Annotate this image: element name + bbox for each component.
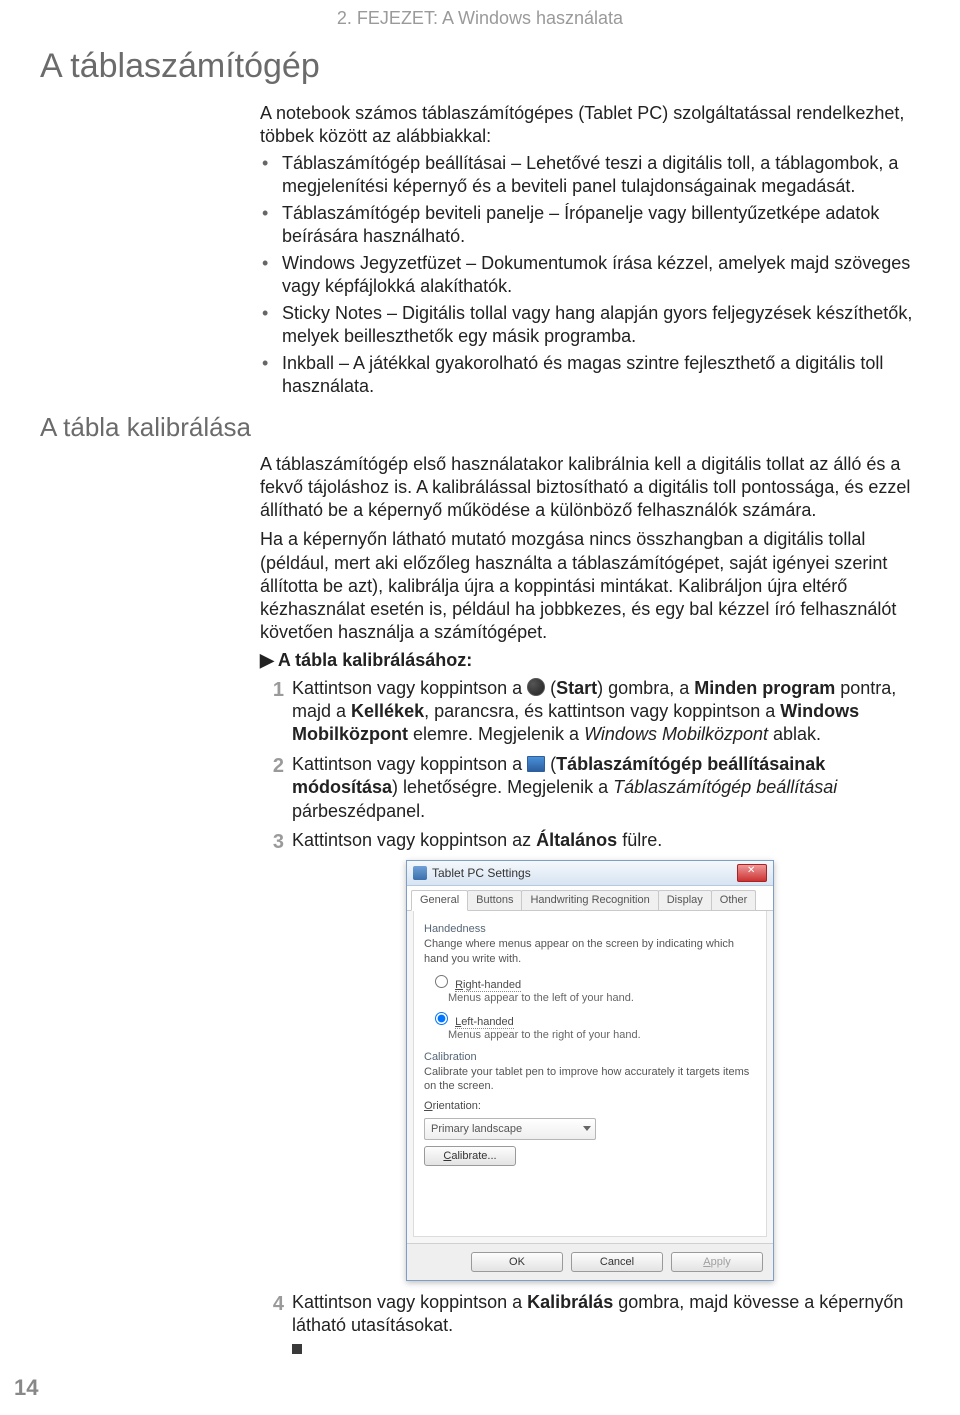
dialog-body: Handedness Change where menus appear on …	[413, 911, 767, 1236]
list-item: Inkball – A játékkal gyakorolható és mag…	[260, 352, 920, 398]
bold-label: Kellékek	[351, 701, 424, 721]
orientation-label: Orientation:	[424, 1100, 756, 1112]
handedness-group-label: Handedness	[424, 923, 756, 935]
right-handed-radio[interactable]	[435, 975, 448, 988]
page-title: A táblaszámítógép	[40, 47, 920, 86]
calibration-group-desc: Calibrate your tablet pen to improve how…	[424, 1065, 756, 1094]
italic-label: Windows Mobilközpont	[584, 724, 768, 744]
right-handed-radio-row[interactable]: Right-handed	[430, 972, 756, 991]
bold-label: Kalibrálás	[527, 1292, 613, 1312]
intro-block: A notebook számos táblaszámítógépes (Tab…	[260, 102, 920, 398]
end-square-icon	[292, 1344, 302, 1354]
mobility-center-icon	[527, 756, 545, 772]
list-item: Sticky Notes – Digitális tollal vagy han…	[260, 302, 920, 348]
bold-label: Start	[556, 678, 597, 698]
right-handed-sub: Menus appear to the left of your hand.	[448, 992, 756, 1004]
step-text: Kattintson vagy koppintson az	[292, 830, 536, 850]
close-button[interactable]	[737, 864, 767, 882]
section-title-calibration: A tábla kalibrálása	[40, 412, 920, 443]
tab-display[interactable]: Display	[658, 890, 712, 910]
dialog-title-text: Tablet PC Settings	[432, 866, 531, 880]
step-text: Kattintson vagy koppintson a	[292, 678, 527, 698]
list-item: Táblaszámítógép beviteli panelje – Írópa…	[260, 202, 920, 248]
cancel-button[interactable]: Cancel	[571, 1252, 663, 1272]
left-handed-radio-row[interactable]: Left-handed	[430, 1009, 756, 1028]
calibration-group-label: Calibration	[424, 1051, 756, 1063]
list-item: Windows Jegyzetfüzet – Dokumentumok írás…	[260, 252, 920, 298]
tablet-pc-settings-dialog: Tablet PC Settings General Buttons Handw…	[406, 860, 774, 1280]
orientation-value: Primary landscape	[431, 1123, 522, 1135]
step-number: 3	[260, 829, 284, 855]
dialog-titlebar: Tablet PC Settings	[407, 861, 773, 886]
orientation-combo[interactable]: Primary landscape	[424, 1118, 596, 1140]
dialog-tabs: General Buttons Handwriting Recognition …	[407, 886, 773, 911]
dialog-footer: OK Cancel Apply	[407, 1243, 773, 1280]
tab-other[interactable]: Other	[711, 890, 757, 910]
left-handed-radio[interactable]	[435, 1012, 448, 1025]
right-handed-label: Right-handed	[455, 979, 521, 992]
step-number: 4	[260, 1291, 284, 1317]
intro-paragraph: A notebook számos táblaszámítógépes (Tab…	[260, 102, 920, 148]
page-number: 14	[14, 1375, 38, 1401]
body-paragraph: Ha a képernyőn látható mutató mozgása ni…	[260, 528, 920, 643]
chapter-header: 2. FEJEZET: A Windows használata	[40, 8, 920, 29]
step-item: 1 Kattintson vagy koppintson a (Start) g…	[260, 677, 920, 747]
start-orb-icon	[527, 678, 545, 696]
handedness-group-desc: Change where menus appear on the screen …	[424, 937, 756, 966]
calibrate-button[interactable]: Calibrate...	[424, 1146, 516, 1166]
left-handed-sub: Menus appear to the right of your hand.	[448, 1029, 756, 1041]
left-handed-label: Left-handed	[455, 1016, 514, 1029]
feature-bullets: Táblaszámítógép beállításai – Lehetővé t…	[260, 152, 920, 398]
list-item: Táblaszámítógép beállításai – Lehetővé t…	[260, 152, 920, 198]
bold-label: Általános	[536, 830, 617, 850]
step-text: Kattintson vagy koppintson a	[292, 1292, 527, 1312]
dialog-icon	[413, 866, 427, 880]
tab-general[interactable]: General	[411, 890, 468, 911]
apply-button[interactable]: Apply	[671, 1252, 763, 1272]
ok-button[interactable]: OK	[471, 1252, 563, 1272]
step-number: 1	[260, 677, 284, 703]
tab-buttons[interactable]: Buttons	[467, 890, 522, 910]
step-item: 2 Kattintson vagy koppintson a (Táblaszá…	[260, 753, 920, 823]
body-paragraph: A táblaszámítógép első használatakor kal…	[260, 453, 920, 522]
step-text: Kattintson vagy koppintson a	[292, 754, 527, 774]
triangle-icon: ▶	[260, 650, 274, 671]
procedure-heading: ▶A tábla kalibrálásához:	[260, 650, 920, 671]
chevron-down-icon	[583, 1126, 591, 1131]
step-number: 2	[260, 753, 284, 779]
bold-label: Minden program	[694, 678, 835, 698]
tab-handwriting[interactable]: Handwriting Recognition	[521, 890, 658, 910]
procedure-heading-text: A tábla kalibrálásához:	[278, 650, 472, 670]
calibration-block: A táblaszámítógép első használatakor kal…	[260, 453, 920, 1360]
italic-label: Táblaszámítógép beállításai	[613, 777, 837, 797]
step-item: 3 Kattintson vagy koppintson az Általáno…	[260, 829, 920, 852]
step-item: 4 Kattintson vagy koppintson a Kalibrálá…	[260, 1291, 920, 1361]
